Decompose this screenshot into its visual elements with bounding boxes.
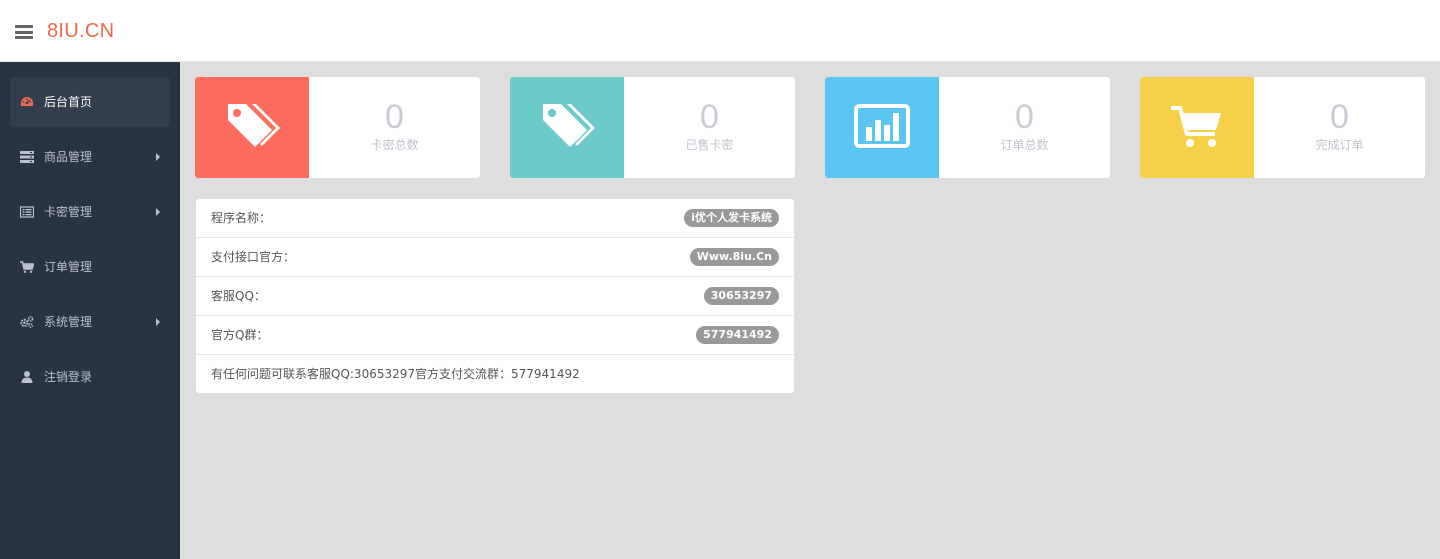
stat-card-total-cards: 0 卡密总数 (195, 77, 480, 178)
bar-chart-icon (854, 104, 910, 148)
info-row-contact-note: 有任何问题可联系客服QQ:30653297官方支付交流群：577941492 (196, 355, 794, 394)
brand-logo[interactable]: 8IU.CN (47, 20, 114, 43)
tags-icon (543, 104, 595, 147)
info-badge: Www.8iu.Cn (689, 248, 779, 266)
user-icon (21, 371, 33, 383)
stat-icon-block (510, 77, 624, 178)
hamburger-menu-icon[interactable] (15, 25, 33, 39)
sidebar-item-label: 商品管理 (44, 150, 93, 164)
info-row-qq-group: 官方Q群： 577941492 (196, 316, 794, 355)
caret-right-icon (156, 153, 160, 161)
stat-value: 0 (1330, 98, 1349, 136)
stat-card-sold-cards: 0 已售卡密 (510, 77, 795, 178)
shopping-cart-icon (1171, 106, 1221, 147)
dashboard-icon (21, 97, 33, 106)
tags-icon (228, 104, 280, 147)
stat-card-completed-orders: 0 完成订单 (1140, 77, 1425, 178)
sidebar-item-label: 卡密管理 (44, 205, 93, 219)
info-row-payment-official: 支付接口官方： Www.8iu.Cn (196, 238, 794, 277)
info-label: 支付接口官方： (211, 250, 296, 264)
stat-label: 卡密总数 (370, 138, 419, 152)
stat-icon-block (195, 77, 309, 178)
info-row-support-qq: 客服QQ： 30653297 (196, 277, 794, 316)
sidebar-item-label: 后台首页 (44, 95, 93, 109)
cart-icon (20, 261, 34, 273)
stat-label: 订单总数 (1000, 138, 1049, 152)
top-header: 8IU.CN (0, 0, 1440, 62)
info-row-program-name: 程序名称： i优个人发卡系统 (196, 199, 794, 238)
caret-right-icon (156, 208, 160, 216)
products-icon (20, 151, 34, 163)
stat-card-total-orders: 0 订单总数 (825, 77, 1110, 178)
sidebar-item-system[interactable]: 系统管理 (10, 297, 170, 347)
sidebar-item-orders[interactable]: 订单管理 (10, 242, 170, 292)
sidebar-item-dashboard[interactable]: 后台首页 (10, 77, 170, 127)
info-badge: 30653297 (703, 287, 779, 305)
contact-note: 有任何问题可联系客服QQ:30653297官方支付交流群：577941492 (211, 367, 580, 381)
stat-icon-block (825, 77, 939, 178)
sidebar-item-label: 订单管理 (44, 260, 93, 274)
caret-right-icon (156, 318, 160, 326)
info-badge: 577941492 (696, 326, 779, 344)
stat-value: 0 (385, 98, 404, 136)
cogs-icon (20, 316, 34, 328)
info-label: 程序名称： (211, 211, 272, 225)
info-label: 客服QQ： (211, 289, 266, 303)
stat-value: 0 (700, 98, 719, 136)
stat-icon-block (1140, 77, 1254, 178)
system-info-panel: 程序名称： i优个人发卡系统 支付接口官方： Www.8iu.Cn 客服QQ： … (196, 199, 794, 393)
sidebar-item-label: 系统管理 (44, 315, 93, 329)
sidebar-item-logout[interactable]: 注销登录 (10, 352, 170, 402)
stat-value: 0 (1015, 98, 1034, 136)
sidebar-item-products[interactable]: 商品管理 (10, 132, 170, 182)
sidebar-item-label: 注销登录 (44, 370, 93, 384)
stat-label: 已售卡密 (685, 138, 734, 152)
card-list-icon (20, 206, 34, 218)
info-label: 官方Q群： (211, 328, 269, 342)
info-badge: i优个人发卡系统 (684, 209, 779, 227)
sidebar-item-cards[interactable]: 卡密管理 (10, 187, 170, 237)
stat-label: 完成订单 (1315, 138, 1364, 152)
sidebar: 后台首页 商品管理 卡密管理 订单管理 系统管理 注销登录 (0, 62, 180, 559)
